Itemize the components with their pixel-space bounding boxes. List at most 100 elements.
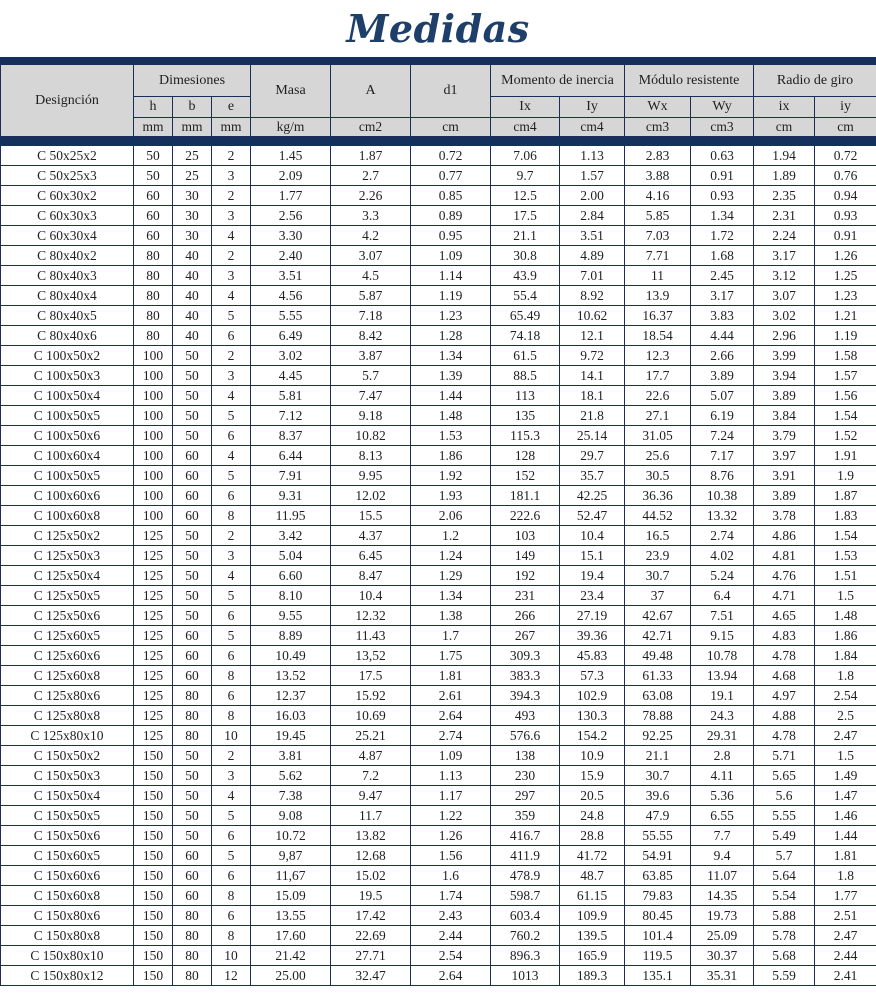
- value-cell: 6: [210, 605, 252, 626]
- value-cell: 18.1: [559, 385, 626, 406]
- value-cell: 192: [490, 565, 561, 586]
- value-cell: 9.31: [250, 485, 332, 506]
- value-cell: 50: [133, 145, 173, 166]
- value-cell: 50: [172, 825, 212, 846]
- value-cell: 12.3: [624, 345, 692, 366]
- value-cell: 60: [172, 625, 212, 646]
- value-cell: 0.85: [410, 185, 492, 206]
- value-cell: 80: [172, 965, 212, 986]
- value-cell: 1.5: [814, 745, 876, 766]
- value-cell: 13,52: [330, 645, 412, 666]
- table-row: C 125x50x4 125 50 4 6.60 8.47 1.29 192 19.4 30.7 5…: [0, 565, 876, 586]
- value-cell: 60: [172, 845, 212, 866]
- value-cell: 1.94: [753, 145, 816, 166]
- value-cell: 80: [133, 325, 173, 346]
- value-cell: 8: [210, 885, 252, 906]
- value-cell: 13.82: [330, 825, 412, 846]
- value-cell: 109.9: [559, 905, 626, 926]
- value-cell: 2.5: [814, 705, 876, 726]
- value-cell: 43.9: [490, 265, 561, 286]
- value-cell: 5.55: [250, 305, 332, 326]
- header-e: e: [210, 96, 252, 118]
- value-cell: 32.47: [330, 965, 412, 986]
- designation-cell: C 100x50x6: [0, 425, 134, 446]
- value-cell: 3.91: [753, 465, 816, 486]
- designation-cell: C 150x60x5: [0, 845, 134, 866]
- value-cell: 5: [210, 585, 252, 606]
- value-cell: 1.8: [814, 665, 876, 686]
- value-cell: 150: [133, 785, 173, 806]
- value-cell: 150: [133, 745, 173, 766]
- value-cell: 4.02: [690, 545, 755, 566]
- value-cell: 4.87: [330, 745, 412, 766]
- table-row: C 150x50x4 150 50 4 7.38 9.47 1.17 297 20.5 39.6 5…: [0, 785, 876, 806]
- value-cell: 30: [172, 205, 212, 226]
- value-cell: 17.7: [624, 365, 692, 386]
- value-cell: 50: [172, 765, 212, 786]
- value-cell: 3.88: [624, 165, 692, 186]
- table-row: C 125x80x8 125 80 8 16.03 10.69 2.64 493 130.3 78…: [0, 705, 876, 726]
- value-cell: 5.59: [753, 965, 816, 986]
- value-cell: 1.22: [410, 805, 492, 826]
- value-cell: 5.04: [250, 545, 332, 566]
- value-cell: 0.91: [690, 165, 755, 186]
- value-cell: 5.88: [753, 905, 816, 926]
- table-row: C 150x60x5 150 60 5 9,87 12.68 1.56 411.9 41.72 5…: [0, 845, 876, 866]
- value-cell: 21.42: [250, 945, 332, 966]
- designation-cell: C 150x50x2: [0, 745, 134, 766]
- table-row: C 100x60x8 100 60 8 11.95 15.5 2.06 222.6 52.47 4…: [0, 505, 876, 526]
- value-cell: 0.76: [814, 165, 876, 186]
- value-cell: 150: [133, 885, 173, 906]
- value-cell: 1.19: [410, 285, 492, 306]
- header-separator-bar: [0, 136, 876, 146]
- designation-cell: C 150x50x4: [0, 785, 134, 806]
- value-cell: 8.37: [250, 425, 332, 446]
- designation-cell: C 100x60x4: [0, 445, 134, 466]
- table-row: C 150x50x2 150 50 2 3.81 4.87 1.09 138 10.9 21.1 2…: [0, 745, 876, 766]
- value-cell: 4: [210, 565, 252, 586]
- value-cell: 10.49: [250, 645, 332, 666]
- value-cell: 12: [210, 965, 252, 986]
- value-cell: 130.3: [559, 705, 626, 726]
- value-cell: 9.95: [330, 465, 412, 486]
- value-cell: 60: [172, 465, 212, 486]
- value-cell: 4.44: [690, 325, 755, 346]
- value-cell: 4.45: [250, 365, 332, 386]
- value-cell: 52.47: [559, 505, 626, 526]
- value-cell: 100: [133, 405, 173, 426]
- value-cell: 4.5: [330, 265, 412, 286]
- value-cell: 3: [210, 205, 252, 226]
- table-row: C 125x60x8 125 60 8 13.52 17.5 1.81 383.3 57.3 61…: [0, 665, 876, 686]
- value-cell: 3.79: [753, 425, 816, 446]
- value-cell: 0.93: [814, 205, 876, 226]
- value-cell: 8.10: [250, 585, 332, 606]
- table-row: C 125x60x6 125 60 6 10.49 13,52 1.75 309.3 45.83…: [0, 645, 876, 666]
- value-cell: 2.54: [410, 945, 492, 966]
- value-cell: 9.55: [250, 605, 332, 626]
- value-cell: 1.8: [814, 865, 876, 886]
- value-cell: 2.61: [410, 685, 492, 706]
- value-cell: 1.48: [814, 605, 876, 626]
- value-cell: 139.5: [559, 925, 626, 946]
- value-cell: 125: [133, 665, 173, 686]
- value-cell: 359: [490, 805, 561, 826]
- value-cell: 2.74: [690, 525, 755, 546]
- unit-cell: mm: [172, 117, 212, 137]
- value-cell: 2.47: [814, 925, 876, 946]
- value-cell: 100: [133, 365, 173, 386]
- table-row: C 80x40x5 80 40 5 5.55 7.18 1.23 65.49 10.62 16.3…: [0, 305, 876, 326]
- value-cell: 1.09: [410, 245, 492, 266]
- value-cell: 6.44: [250, 445, 332, 466]
- value-cell: 5.7: [330, 365, 412, 386]
- value-cell: 1.23: [814, 285, 876, 306]
- value-cell: 1.83: [814, 505, 876, 526]
- value-cell: 3: [210, 365, 252, 386]
- value-cell: 2.45: [690, 265, 755, 286]
- value-cell: 7.47: [330, 385, 412, 406]
- value-cell: 7.12: [250, 405, 332, 426]
- value-cell: 5.62: [250, 765, 332, 786]
- value-cell: 125: [133, 585, 173, 606]
- value-cell: 3.87: [330, 345, 412, 366]
- value-cell: 1.49: [814, 765, 876, 786]
- value-cell: 478.9: [490, 865, 561, 886]
